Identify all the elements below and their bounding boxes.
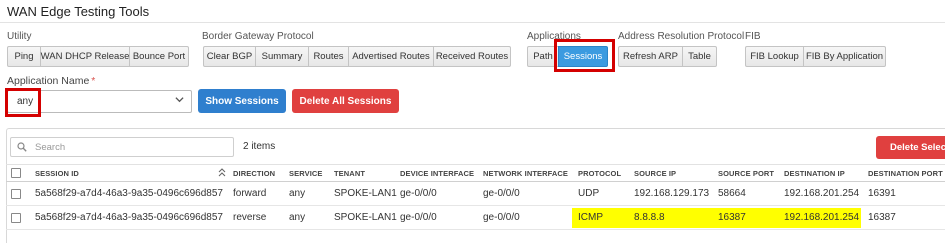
fib-button-group: FIB Lookup FIB By Application	[745, 46, 886, 67]
fib-by-application-button[interactable]: FIB By Application	[803, 46, 886, 67]
refresh-arp-button[interactable]: Refresh ARP	[618, 46, 683, 67]
table-row[interactable]: 5a568f29-a7d4-46a3-9a35-0496c696d857 for…	[6, 182, 945, 206]
cell-device-interface: ge-0/0/0	[400, 188, 437, 199]
table-button[interactable]: Table	[682, 46, 717, 67]
chevron-down-icon	[175, 95, 184, 107]
sort-arrows-icon[interactable]	[218, 168, 226, 180]
cell-source-ip: 8.8.8.8	[634, 212, 665, 223]
group-label-utility: Utility	[7, 31, 32, 42]
cell-protocol: ICMP	[578, 212, 603, 223]
cell-destination-port: 16391	[868, 188, 896, 199]
cell-service: any	[289, 212, 306, 223]
col-protocol[interactable]: PROTOCOL	[578, 165, 621, 182]
cell-source-ip: 192.168.129.173	[634, 188, 710, 199]
cell-source-port: 58664	[718, 188, 746, 199]
delete-selected-button[interactable]: Delete Select	[876, 136, 945, 159]
delete-all-sessions-button[interactable]: Delete All Sessions	[292, 89, 399, 113]
application-name-label-text: Application Name	[7, 75, 90, 87]
bgp-button-group: Clear BGP Summary Routes Advertised Rout…	[203, 46, 511, 67]
sessions-highlight-box	[554, 39, 615, 72]
cell-protocol: UDP	[578, 188, 600, 199]
group-label-arp: Address Resolution Protocol	[618, 31, 745, 42]
group-label-fib: FIB	[745, 31, 761, 42]
col-session-id[interactable]: SESSION ID	[35, 165, 79, 182]
application-name-label: Application Name *	[7, 75, 95, 87]
clear-bgp-button[interactable]: Clear BGP	[203, 46, 256, 67]
group-label-bgp: Border Gateway Protocol	[202, 31, 314, 42]
fib-lookup-button[interactable]: FIB Lookup	[745, 46, 804, 67]
col-destination-port[interactable]: DESTINATION PORT	[868, 165, 943, 182]
summary-button[interactable]: Summary	[255, 46, 309, 67]
col-service[interactable]: SERVICE	[289, 165, 323, 182]
table-header: SESSION ID DIRECTION SERVICE TENANT DEVI…	[6, 164, 945, 182]
cell-destination-port: 16387	[868, 212, 896, 223]
search-icon	[17, 142, 27, 152]
row-checkbox[interactable]	[11, 189, 21, 199]
col-tenant[interactable]: TENANT	[334, 165, 365, 182]
cell-service: any	[289, 188, 306, 199]
cell-tenant: SPOKE-LAN1	[334, 188, 397, 199]
col-destination-ip[interactable]: DESTINATION IP	[784, 165, 845, 182]
item-count: 2 items	[243, 141, 276, 152]
search-input[interactable]: Search	[10, 137, 234, 157]
cell-network-interface: ge-0/0/0	[483, 212, 520, 223]
cell-session-id: 5a568f29-a7d4-46a3-9a35-0496c696d857	[35, 188, 223, 199]
required-asterisk: *	[91, 75, 96, 87]
col-network-interface[interactable]: NETWORK INTERFACE	[483, 165, 568, 182]
cell-network-interface: ge-0/0/0	[483, 188, 520, 199]
arp-button-group: Refresh ARP Table	[618, 46, 717, 67]
select-all-checkbox[interactable]	[11, 168, 21, 178]
cell-direction: reverse	[233, 212, 267, 223]
cell-session-id: 5a568f29-a7d4-46a3-9a35-0496c696d857	[35, 212, 223, 223]
col-direction[interactable]: DIRECTION	[233, 165, 275, 182]
cell-source-port: 16387	[718, 212, 746, 223]
cell-tenant: SPOKE-LAN1	[334, 212, 397, 223]
advertised-routes-button[interactable]: Advertised Routes	[348, 46, 434, 67]
cell-destination-ip: 192.168.201.254	[784, 188, 860, 199]
col-device-interface[interactable]: DEVICE INTERFACE	[400, 165, 474, 182]
col-source-ip[interactable]: SOURCE IP	[634, 165, 676, 182]
routes-button[interactable]: Routes	[308, 46, 349, 67]
table-row[interactable]: 5a568f29-a7d4-46a3-9a35-0496c696d857 rev…	[6, 206, 945, 230]
wan-dhcp-release-button[interactable]: WAN DHCP Release	[40, 46, 130, 67]
col-source-port[interactable]: SOURCE PORT	[718, 165, 774, 182]
cell-direction: forward	[233, 188, 267, 199]
ping-button[interactable]: Ping	[7, 46, 41, 67]
received-routes-button[interactable]: Received Routes	[433, 46, 511, 67]
title-divider	[0, 22, 945, 23]
show-sessions-button[interactable]: Show Sessions	[198, 89, 286, 113]
page-title: WAN Edge Testing Tools	[7, 4, 150, 19]
cell-device-interface: ge-0/0/0	[400, 212, 437, 223]
row-checkbox[interactable]	[11, 213, 21, 223]
bounce-port-button[interactable]: Bounce Port	[129, 46, 189, 67]
search-placeholder: Search	[35, 141, 66, 153]
utility-button-group: Ping WAN DHCP Release Bounce Port	[7, 46, 189, 67]
cell-destination-ip: 192.168.201.254	[784, 212, 860, 223]
app-name-highlight-box	[5, 88, 41, 117]
